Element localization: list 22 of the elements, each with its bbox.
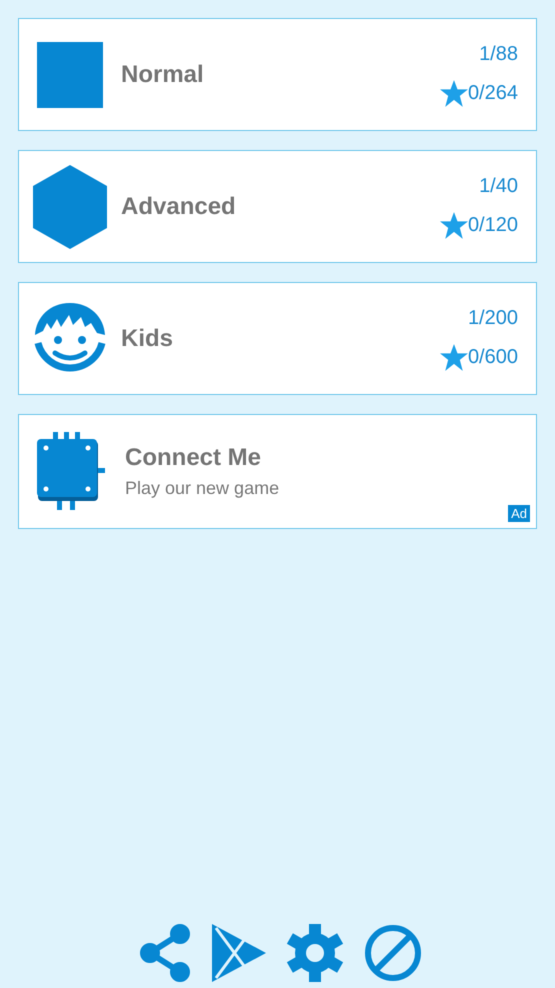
- ad-subtitle: Play our new game: [125, 478, 280, 499]
- play-store-icon[interactable]: [212, 924, 266, 982]
- hexagon-icon: [33, 164, 107, 248]
- crossed-circle-icon[interactable]: [364, 924, 422, 982]
- progress-count: 1/40: [479, 174, 518, 198]
- star-icon: [440, 212, 468, 238]
- level-title: Normal: [121, 60, 205, 88]
- star-icon: [440, 80, 468, 106]
- progress-count: 1/88: [479, 42, 518, 66]
- ad-badge: Ad: [508, 505, 530, 522]
- progress-count: 1/200: [468, 306, 518, 330]
- star-count: 0/120: [468, 214, 518, 236]
- star-count: 0/264: [468, 82, 518, 104]
- settings-icon[interactable]: [286, 924, 344, 982]
- chip-icon: [37, 432, 105, 512]
- square-icon: [37, 42, 103, 108]
- level-title: Kids: [121, 324, 174, 352]
- level-title: Advanced: [121, 192, 237, 220]
- star-count: 0/600: [468, 346, 518, 368]
- star-icon: [440, 344, 468, 370]
- share-icon[interactable]: [140, 924, 192, 982]
- ad-title: Connect Me: [125, 444, 262, 472]
